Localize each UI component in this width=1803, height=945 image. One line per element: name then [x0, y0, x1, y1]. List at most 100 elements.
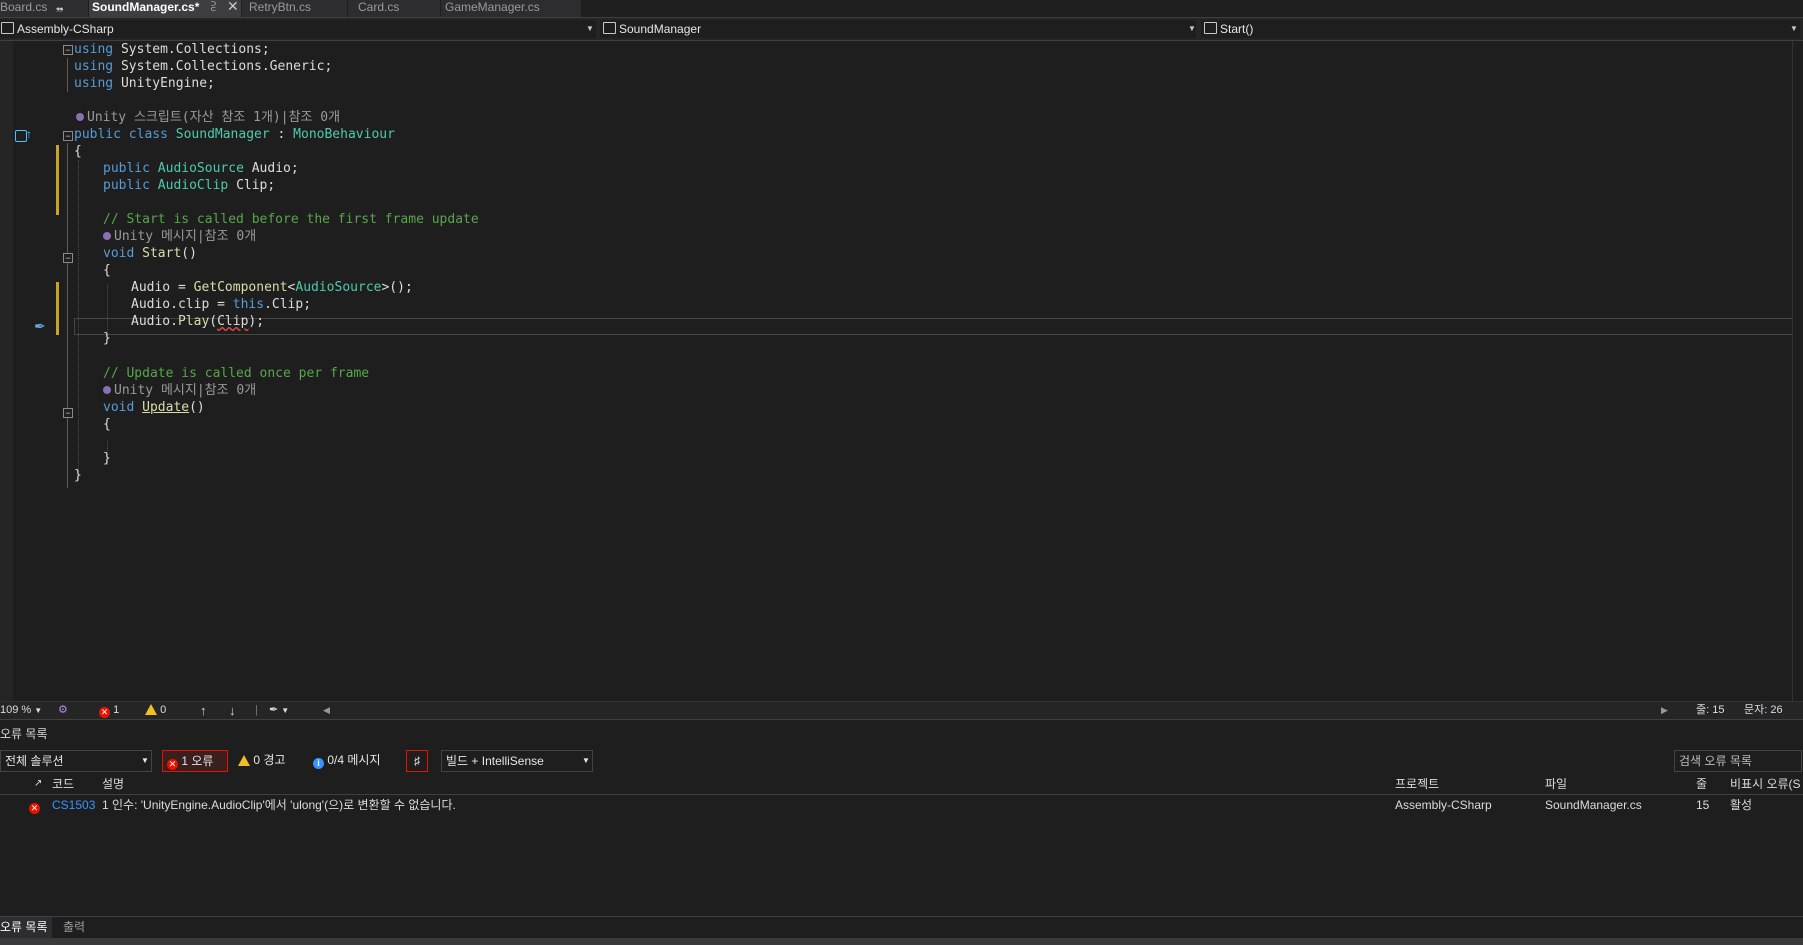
code-line: using System.Collections; [74, 42, 270, 57]
code-line: // Update is called once per frame [103, 366, 370, 381]
tab-board-cs[interactable]: Board.cs ❠ [0, 0, 88, 17]
error-list-panel [0, 719, 1803, 917]
description-column-header[interactable]: 설명 [102, 774, 124, 794]
warning-icon [238, 755, 250, 766]
project-dropdown[interactable]: Assembly-CSharp ▼ [0, 20, 596, 38]
project-name: Assembly-CSharp [17, 22, 114, 36]
tab-error-list[interactable]: 오류 목록 [0, 917, 52, 940]
line-column-header[interactable]: 줄 [1696, 774, 1707, 794]
warnings-filter-toggle[interactable]: 0 경고 [238, 750, 285, 770]
scroll-left-arrow-icon[interactable]: ◀ [323, 702, 330, 719]
code-line: { [103, 417, 111, 432]
warning-icon [145, 704, 157, 715]
chevron-down-icon: ▼ [586, 24, 594, 33]
errors-filter-toggle[interactable]: ✕ 1 오류 [162, 750, 228, 772]
quick-action-brush-icon[interactable]: ✒ [34, 318, 46, 335]
chevron-down-icon: ▼ [1188, 24, 1196, 33]
member-name: Start() [1220, 22, 1254, 36]
fold-toggle[interactable]: − [63, 253, 73, 263]
error-icon: ✕ [99, 707, 110, 718]
code-column-header[interactable]: 코드 [52, 774, 74, 794]
chevron-down-icon: ▼ [141, 756, 149, 765]
tab-output[interactable]: 출력 [63, 917, 85, 938]
tab-label: SoundManager.cs* [92, 0, 200, 14]
previous-issue-arrow-icon[interactable]: ↑ [200, 702, 207, 719]
type-name: SoundManager [619, 22, 702, 36]
fold-toggle[interactable]: − [63, 45, 73, 55]
navigate-up-arrow-icon[interactable]: ↑ [26, 127, 32, 141]
unity-icon [103, 232, 111, 240]
fold-toggle[interactable]: − [63, 131, 73, 141]
codelens-update-references[interactable]: Unity 메시지|참조 0개 [103, 382, 256, 399]
code-line-current: Audio.Play(Clip); [131, 314, 265, 329]
code-line: using UnityEngine; [74, 76, 215, 91]
project-icon [1, 22, 14, 34]
unity-icon [103, 386, 111, 394]
suppression-column-header[interactable]: 비표시 오류(S [1730, 774, 1801, 794]
code-line: // Start is called before the first fram… [103, 212, 479, 227]
file-column-header[interactable]: 파일 [1545, 774, 1567, 794]
error-line: 15 [1696, 798, 1710, 812]
scroll-right-arrow-icon[interactable]: ▶ [1661, 702, 1668, 719]
build-intellisense-dropdown[interactable]: 빌드 + IntelliSense ▼ [441, 750, 593, 772]
tool-window-tabs: 오류 목록 출력 [0, 916, 1803, 940]
code-line: Audio = GetComponent<AudioSource>(); [131, 280, 413, 295]
info-icon: i [313, 758, 324, 769]
current-line-highlight [74, 318, 1798, 335]
editor-left-margin [0, 41, 13, 701]
line-indicator[interactable]: 줄: 15 [1696, 702, 1724, 719]
code-cleanup-brush-icon[interactable]: ✒ ▼ [269, 702, 289, 719]
class-icon [603, 22, 616, 34]
code-line: public class SoundManager : MonoBehaviou… [74, 127, 395, 142]
health-icon[interactable]: ⚙ [58, 702, 68, 719]
error-code-link[interactable]: CS1503 [52, 795, 95, 815]
next-issue-arrow-icon[interactable]: ↓ [229, 702, 236, 719]
messages-filter-toggle[interactable]: i 0/4 메시지 [313, 750, 380, 770]
tab-soundmanager-cs[interactable]: SoundManager.cs* ⫔ ✕ [89, 0, 241, 17]
tab-label: Card.cs [358, 0, 400, 14]
code-line: public AudioClip Clip; [103, 178, 276, 193]
code-line: { [74, 144, 82, 159]
tab-card-cs[interactable]: Card.cs [348, 0, 440, 17]
pin-icon[interactable]: ❠ [56, 0, 63, 15]
severity-column-header[interactable]: ↗ [34, 774, 42, 794]
tab-retrybtn-cs[interactable]: RetryBtn.cs [242, 0, 347, 17]
error-project: Assembly-CSharp [1395, 798, 1492, 812]
panel-title: 오류 목록 [0, 727, 48, 741]
error-squiggle: Clip [217, 314, 249, 329]
error-file: SoundManager.cs [1545, 798, 1642, 812]
footer-strip [0, 938, 1803, 945]
chevron-down-icon: ▼ [1790, 24, 1798, 33]
navigation-bar: Assembly-CSharp ▼ SoundManager ▼ Start()… [0, 18, 1803, 41]
tab-label: RetryBtn.cs [249, 0, 312, 14]
codelens-start-references[interactable]: Unity 메시지|참조 0개 [103, 228, 256, 245]
code-line: void Update() [103, 400, 205, 415]
tab-label: GameManager.cs [445, 0, 540, 14]
search-error-list-input[interactable]: 검색 오류 목록 [1674, 750, 1802, 772]
error-description: 1 인수: 'UnityEngine.AudioClip'에서 'ulong'(… [102, 798, 456, 812]
tab-label: Board.cs [0, 0, 48, 14]
warning-count[interactable]: 0 [145, 702, 166, 719]
fold-toggle[interactable]: − [63, 408, 73, 418]
error-count[interactable]: ✕ 1 [99, 702, 119, 719]
document-tab-strip: Board.cs ❠ SoundManager.cs* ⫔ ✕ RetryBtn… [0, 0, 1803, 18]
codelens-class-references[interactable]: Unity 스크립트(자산 참조 1개)|참조 0개 [76, 109, 340, 126]
filter-icon[interactable]: ♯ [406, 750, 428, 772]
tab-gamemanager-cs[interactable]: GameManager.cs [441, 0, 581, 17]
pin-icon[interactable]: ⫔ [211, 0, 216, 15]
indent-guide [78, 160, 79, 480]
member-dropdown[interactable]: Start() ▼ [1201, 20, 1800, 38]
editor-status-bar: 109 % ▼ ⚙ ✕ 1 0 ↑ ↓ | ✒ ▼ ◀ ▶ 줄: 15 문자: … [0, 701, 1803, 719]
code-line: } [74, 468, 82, 483]
close-icon[interactable]: ✕ [227, 0, 239, 14]
chevron-down-icon: ▼ [582, 756, 590, 765]
zoom-dropdown[interactable]: 109 % ▼ [0, 702, 42, 719]
type-dropdown[interactable]: SoundManager ▼ [600, 20, 1196, 38]
error-icon: ✕ [29, 803, 40, 814]
column-indicator[interactable]: 문자: 26 [1744, 702, 1783, 719]
error-icon: ✕ [167, 759, 178, 770]
editor-vertical-scrollbar[interactable] [1792, 41, 1803, 701]
scope-dropdown[interactable]: 전체 솔루션 ▼ [0, 750, 152, 772]
project-column-header[interactable]: 프로젝트 [1395, 774, 1439, 794]
error-state: 활성 [1730, 798, 1753, 812]
